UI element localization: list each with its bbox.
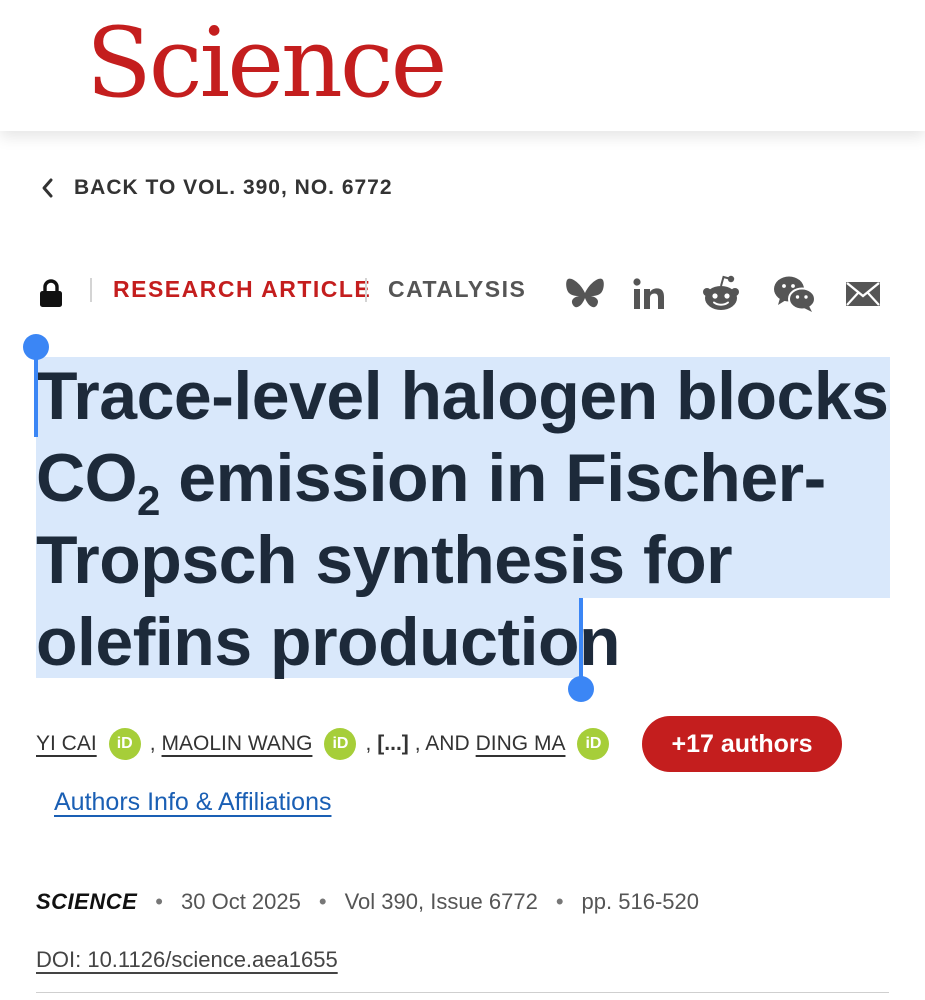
chevron-left-icon	[42, 178, 53, 198]
divider	[365, 278, 367, 302]
author-link-maolin-wang[interactable]: MAOLIN WANG	[162, 732, 313, 756]
volume-issue-link[interactable]: Vol 390, Issue 6772	[345, 889, 538, 915]
author-separator: ,	[365, 732, 372, 755]
divider	[90, 278, 92, 302]
author-list: YI CAI iD , MAOLIN WANG iD , [...] , AND…	[36, 716, 916, 772]
meta-separator: •	[318, 889, 327, 914]
orcid-icon[interactable]: iD	[324, 728, 357, 760]
orcid-icon[interactable]: iD	[577, 728, 610, 760]
reddit-icon[interactable]	[698, 272, 744, 316]
bluesky-icon[interactable]	[562, 272, 608, 316]
page-range: pp. 516-520	[581, 889, 699, 914]
back-link-label: BACK TO VOL. 390, NO. 6772	[74, 176, 393, 199]
article-title-container: Trace-level halogen blocks CO2 emission …	[36, 355, 890, 683]
meta-separator: •	[555, 889, 564, 914]
article-type-label: RESEARCH ARTICLE	[113, 276, 372, 302]
divider	[36, 992, 889, 993]
doi-link[interactable]: DOI: 10.1126/science.aea1655	[36, 947, 338, 973]
authors-and-text: , AND	[414, 732, 470, 755]
author-link-yi-cai[interactable]: YI CAI	[36, 732, 97, 756]
orcid-icon[interactable]: iD	[108, 728, 141, 760]
selection-end-handle[interactable]	[568, 676, 594, 702]
lock-icon	[40, 279, 62, 307]
title-subscript: 2	[137, 477, 160, 524]
show-all-authors-button[interactable]: +17 authors	[642, 716, 842, 772]
wechat-icon[interactable]	[772, 272, 818, 316]
authors-ellipsis[interactable]: [...]	[377, 732, 409, 756]
publication-meta: SCIENCE • 30 Oct 2025 • Vol 390, Issue 6…	[36, 886, 699, 918]
selection-start-caret	[34, 350, 38, 437]
masthead: Science	[0, 0, 925, 131]
meta-separator: •	[155, 889, 163, 914]
author-link-ding-ma[interactable]: DING MA	[476, 732, 566, 756]
title-text-part2: emission in Fischer-Tropsch synthesis fo…	[36, 440, 826, 680]
article-title: Trace-level halogen blocks CO2 emission …	[36, 355, 890, 683]
linkedin-icon[interactable]	[626, 272, 672, 316]
authors-info-affiliations-link[interactable]: Authors Info & Affiliations	[54, 788, 331, 817]
publication-date: 30 Oct 2025	[181, 889, 301, 914]
science-logo[interactable]: Science	[86, 8, 447, 118]
journal-name: SCIENCE	[36, 889, 138, 914]
subject-link[interactable]: CATALYSIS	[388, 276, 526, 303]
article-meta-bar: RESEARCH ARTICLE CATALYSIS	[36, 270, 896, 316]
email-icon[interactable]	[840, 272, 886, 316]
selection-end-caret	[579, 598, 583, 678]
back-to-issue-link[interactable]: BACK TO VOL. 390, NO. 6772	[40, 168, 393, 208]
author-separator: ,	[149, 732, 156, 755]
